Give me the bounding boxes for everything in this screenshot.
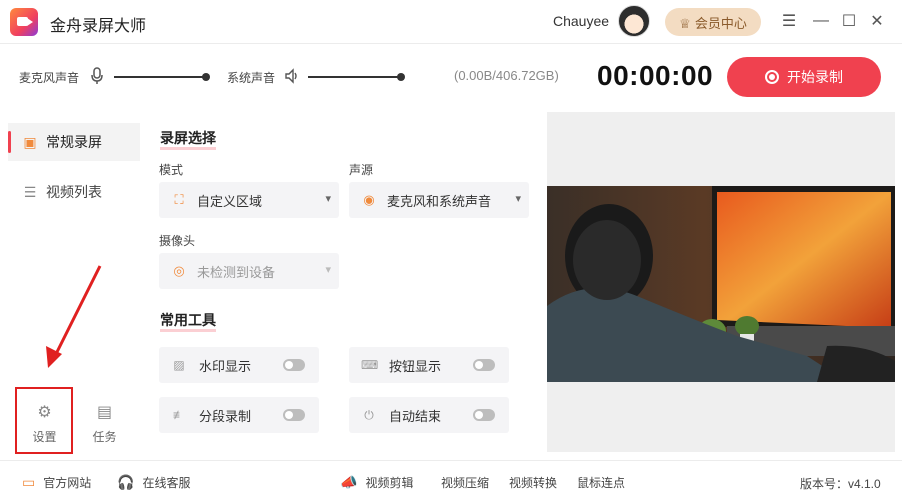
sidebar-item-label: 视频列表 xyxy=(46,184,102,200)
avatar[interactable] xyxy=(618,5,650,37)
audio-wave-icon: ◉ xyxy=(363,192,375,207)
preview-area xyxy=(547,112,895,452)
chevron-down-icon: ▾ xyxy=(325,264,331,276)
start-recording-button[interactable]: 开始录制 xyxy=(727,57,881,97)
system-volume-label: 系统声音 xyxy=(227,71,276,85)
segment-record-toggle[interactable] xyxy=(283,409,305,421)
annotation-arrow-icon xyxy=(46,265,102,368)
button-display-toggle-row[interactable]: ⌨ 按钮显示 xyxy=(349,347,509,383)
vip-center-button[interactable]: ♕ 会员中心 xyxy=(665,8,761,36)
crown-icon: ♕ xyxy=(679,15,691,31)
audio-source-label: 声源 xyxy=(349,163,374,177)
chevron-down-icon: ▾ xyxy=(515,193,521,205)
video-edit-link[interactable]: 📣 视频剪辑 xyxy=(340,474,413,491)
power-icon: ⏻ xyxy=(364,407,374,422)
mouse-clicker-link[interactable]: 鼠标连点 xyxy=(577,474,625,491)
watermark-toggle-row[interactable]: ▨ 水印显示 xyxy=(159,347,319,383)
online-support-link[interactable]: 🎧 在线客服 xyxy=(117,474,190,491)
record-icon xyxy=(765,70,779,84)
watermark-toggle[interactable] xyxy=(283,359,305,371)
username[interactable]: Chauyee xyxy=(553,13,609,29)
app-logo-icon xyxy=(10,8,38,36)
minimize-button[interactable]: — xyxy=(810,10,832,32)
auto-stop-toggle-row[interactable]: ⏻ 自动结束 xyxy=(349,397,509,433)
system-volume-slider[interactable] xyxy=(308,73,405,81)
microphone-icon[interactable] xyxy=(90,67,104,85)
title-bar: 金舟录屏大师 Chauyee ♕ 会员中心 ☰ — ☐ ✕ xyxy=(0,0,902,44)
sidebar-item-video-list[interactable]: ☰ 视频列表 xyxy=(8,173,140,211)
watermark-icon: ▨ xyxy=(173,358,185,372)
clipboard-icon: ▤ xyxy=(96,403,113,421)
list-icon: ☰ xyxy=(23,183,37,200)
chevron-down-icon: ▾ xyxy=(325,193,331,205)
system-volume-knob[interactable] xyxy=(397,73,405,81)
sidebar-item-label: 常规录屏 xyxy=(46,134,102,150)
app-title: 金舟录屏大师 xyxy=(50,18,147,35)
tools-section-title: 常用工具 xyxy=(160,310,216,332)
sidebar-item-screen-record[interactable]: ▣ 常规录屏 xyxy=(8,123,140,161)
camera-icon: ▣ xyxy=(23,133,37,150)
headset-icon: 🎧 xyxy=(117,474,135,490)
close-button[interactable]: ✕ xyxy=(866,10,888,32)
camera-select: ◎ 未检测到设备 ▾ xyxy=(159,253,339,289)
audio-source-select[interactable]: ◉ 麦克风和系统声音 ▾ xyxy=(349,182,529,218)
maximize-button[interactable]: ☐ xyxy=(838,10,860,32)
webcam-icon: ◎ xyxy=(173,263,185,278)
menu-icon[interactable]: ☰ xyxy=(778,10,800,32)
footer-bar: ▭ 官方网站 🎧 在线客服 📣 视频剪辑 视频压缩 视频转换 鼠标连点 版本号：v4.… xyxy=(0,460,902,502)
preview-image xyxy=(547,186,895,382)
mic-volume-label: 麦克风声音 xyxy=(19,71,80,85)
settings-highlight-box xyxy=(15,387,73,454)
capture-section-title: 录屏选择 xyxy=(160,128,216,150)
version-label: 版本号：v4.1.0 xyxy=(800,477,881,491)
keyboard-icon: ⌨ xyxy=(361,358,379,372)
segment-record-toggle-row[interactable]: ≢ 分段录制 xyxy=(159,397,319,433)
video-compress-link[interactable]: 视频压缩 xyxy=(441,474,489,491)
mic-volume-knob[interactable] xyxy=(202,73,210,81)
recording-options-panel: 录屏选择 模式 ⛶ 自定义区域 ▾ 声源 ◉ 麦克风和系统声音 ▾ 摄像头 ◎ … xyxy=(148,112,540,452)
storage-indicator: (0.00B/406.72GB) xyxy=(454,68,559,83)
audio-control-bar: 麦克风声音 系统声音 (0.00B/406.72GB) 00:00:00 开始录… xyxy=(0,45,902,109)
tasks-button[interactable]: ▤ 任务 xyxy=(77,396,132,450)
video-convert-link[interactable]: 视频转换 xyxy=(509,474,557,491)
button-display-toggle[interactable] xyxy=(473,359,495,371)
speaker-icon[interactable] xyxy=(284,68,300,84)
official-website-link[interactable]: ▭ 官方网站 xyxy=(22,474,91,491)
auto-stop-toggle[interactable] xyxy=(473,409,495,421)
camera-label: 摄像头 xyxy=(159,234,196,248)
recording-timer: 00:00:00 xyxy=(597,60,714,91)
mode-label: 模式 xyxy=(159,163,184,177)
mode-select[interactable]: ⛶ 自定义区域 ▾ xyxy=(159,182,339,218)
monitor-icon: ▭ xyxy=(22,474,36,490)
segment-icon: ≢ xyxy=(173,408,185,422)
region-select-icon: ⛶ xyxy=(174,192,184,207)
megaphone-icon: 📣 xyxy=(340,474,358,490)
mic-volume-slider[interactable] xyxy=(114,73,210,81)
